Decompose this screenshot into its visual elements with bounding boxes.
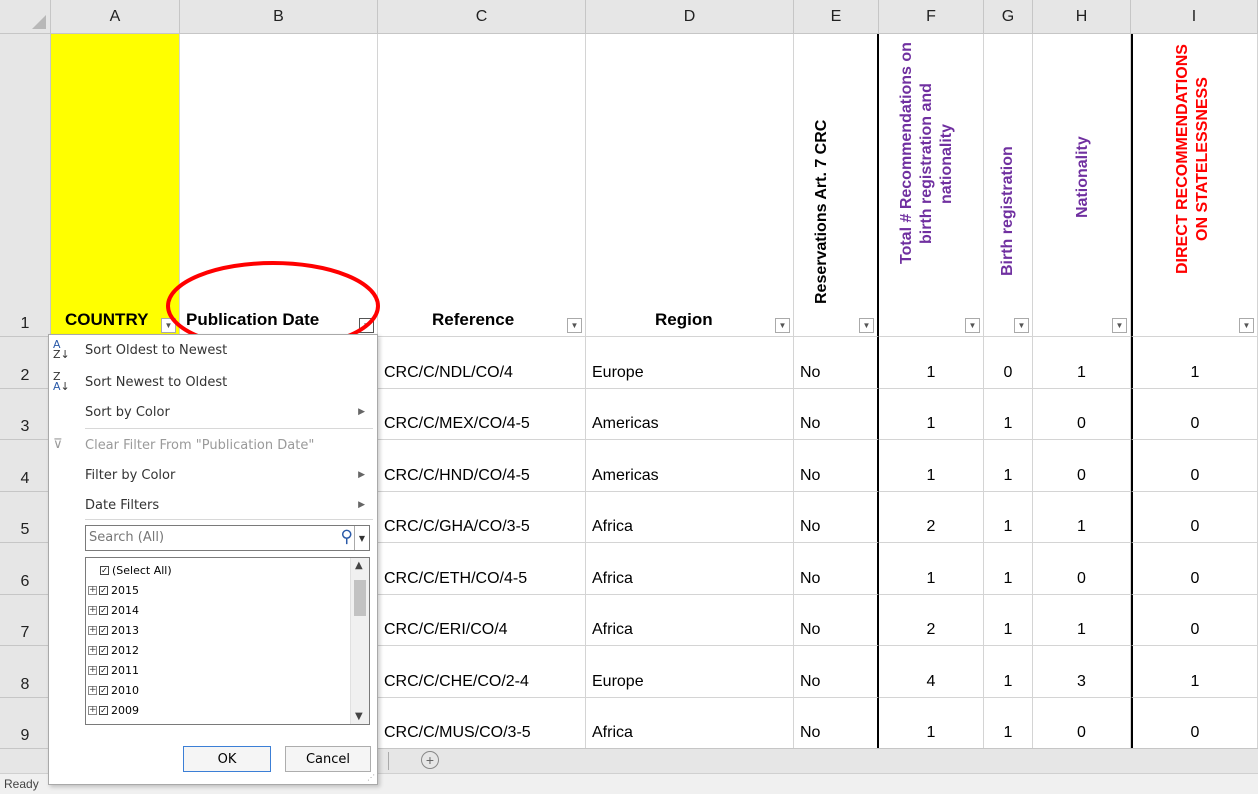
expand-icon[interactable]: + bbox=[88, 585, 97, 595]
tree-item-year[interactable]: + ✓ 2013 bbox=[88, 621, 139, 639]
checkbox-checked-icon[interactable]: ✓ bbox=[100, 565, 109, 575]
tree-item-label: 2014 bbox=[111, 603, 139, 617]
expand-icon[interactable]: + bbox=[88, 625, 97, 635]
submenu-arrow-icon: ▶ bbox=[358, 500, 365, 510]
checkbox-checked-icon[interactable]: ✓ bbox=[99, 585, 108, 595]
sort-descending-icon: Z A↓ bbox=[53, 370, 70, 393]
expand-icon[interactable]: + bbox=[88, 665, 97, 675]
scroll-up-icon[interactable]: ▲ bbox=[355, 560, 363, 571]
filter-by-color[interactable]: Filter by Color ▶ bbox=[49, 460, 377, 490]
checkbox-checked-icon[interactable]: ✓ bbox=[99, 645, 108, 655]
scroll-down-icon[interactable]: ▼ bbox=[355, 711, 363, 722]
tree-item-label: 2015 bbox=[111, 583, 139, 597]
filter-value-tree: ✓ (Select All) + ✓ 2015 + ✓ 2014 + ✓ 2013 + ✓ 2012 + ✓ 2… bbox=[85, 557, 370, 725]
filter-search-input[interactable]: Search (All) ⚲ ▼ bbox=[85, 525, 370, 551]
tree-item-year[interactable]: + ✓ 2014 bbox=[88, 601, 139, 619]
tree-item-year[interactable]: + ✓ 2009 bbox=[88, 701, 139, 719]
tree-item-year[interactable]: + ✓ 2012 bbox=[88, 641, 139, 659]
sort-ascending-icon: A Z↓ bbox=[53, 338, 70, 361]
checkbox-checked-icon[interactable]: ✓ bbox=[99, 685, 108, 695]
date-filters[interactable]: Date Filters ▶ bbox=[49, 490, 377, 520]
tree-item-year[interactable]: + ✓ 2010 bbox=[88, 681, 139, 699]
cancel-button[interactable]: Cancel bbox=[285, 746, 371, 772]
tree-scrollbar[interactable]: ▲ ▼ bbox=[350, 558, 369, 724]
sort-by-color[interactable]: Sort by Color ▶ bbox=[49, 397, 377, 427]
checkbox-checked-icon[interactable]: ✓ bbox=[99, 605, 108, 615]
tree-item-label: 2010 bbox=[111, 683, 139, 697]
ok-button[interactable]: OK bbox=[183, 746, 271, 772]
submenu-arrow-icon: ▶ bbox=[358, 470, 365, 480]
search-dropdown-button[interactable]: ▼ bbox=[354, 526, 369, 550]
sort-newest-to-oldest[interactable]: Z A↓ Sort Newest to Oldest bbox=[49, 367, 377, 397]
clear-filter-icon: ⊽ bbox=[53, 437, 63, 452]
tree-item-label: (Select All) bbox=[112, 563, 172, 577]
filter-menu: A Z↓ Sort Oldest to Newest Z A↓ Sort Newes… bbox=[48, 334, 378, 785]
sort-oldest-to-newest[interactable]: A Z↓ Sort Oldest to Newest bbox=[49, 335, 377, 365]
search-icon[interactable]: ⚲ bbox=[341, 527, 353, 547]
checkbox-checked-icon[interactable]: ✓ bbox=[99, 665, 108, 675]
tree-item-label: 2013 bbox=[111, 623, 139, 637]
tree-item-label: 2012 bbox=[111, 643, 139, 657]
expand-icon[interactable]: + bbox=[88, 605, 97, 615]
checkbox-checked-icon[interactable]: ✓ bbox=[99, 625, 108, 635]
tree-item-select-all[interactable]: ✓ (Select All) bbox=[100, 561, 172, 579]
tree-item-year[interactable]: + ✓ 2011 bbox=[88, 661, 139, 679]
submenu-arrow-icon: ▶ bbox=[358, 407, 365, 417]
tree-item-year[interactable]: + ✓ 2015 bbox=[88, 581, 139, 599]
tree-item-label: 2009 bbox=[111, 703, 139, 717]
scrollbar-thumb[interactable] bbox=[354, 580, 366, 616]
expand-icon[interactable]: + bbox=[88, 705, 97, 715]
expand-icon[interactable]: + bbox=[88, 685, 97, 695]
new-sheet-button[interactable]: + bbox=[421, 751, 439, 769]
clear-filter[interactable]: ⊽ Clear Filter From "Publication Date" bbox=[49, 430, 377, 460]
expand-icon[interactable]: + bbox=[88, 645, 97, 655]
checkbox-checked-icon[interactable]: ✓ bbox=[99, 705, 108, 715]
resize-grip-icon[interactable]: ⋰ bbox=[367, 773, 375, 782]
tree-item-label: 2011 bbox=[111, 663, 139, 677]
